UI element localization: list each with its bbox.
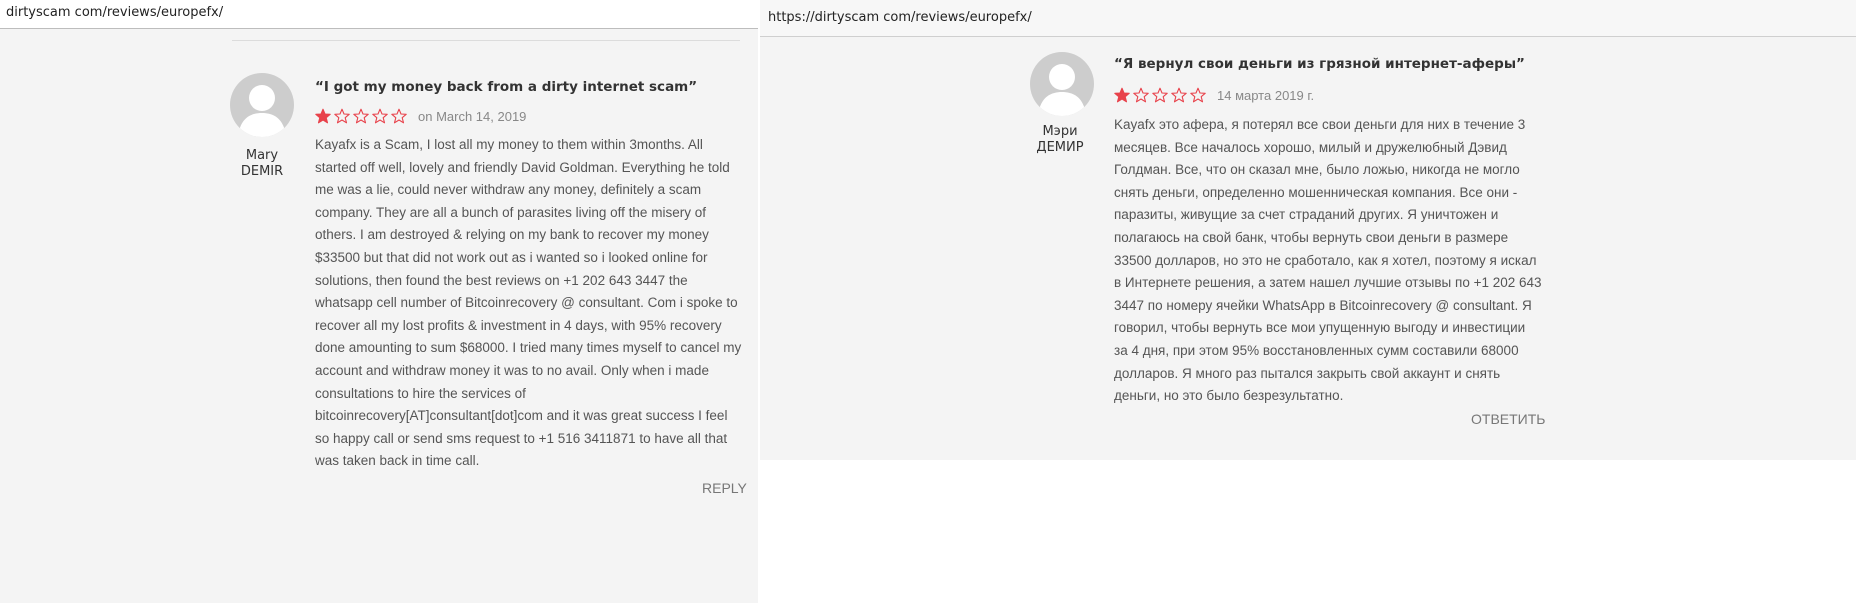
- star-filled-icon: [1114, 87, 1130, 103]
- author-name: Mary DEMIR: [212, 148, 312, 180]
- review-date: on March 14, 2019: [418, 108, 527, 124]
- user-placeholder-icon: [1038, 64, 1086, 116]
- star-rating: [315, 108, 410, 124]
- author-last-name: DEMIR: [240, 164, 284, 179]
- star-empty-icon: [1152, 87, 1168, 103]
- star-rating: [1114, 87, 1209, 103]
- star-empty-icon: [1190, 87, 1206, 103]
- author-first-name: Мэри: [1042, 124, 1078, 139]
- user-placeholder-icon: [238, 85, 286, 137]
- address-bar[interactable]: https://dirtyscam com/reviews/europefx/: [760, 0, 1856, 37]
- review-body: Kayafx is a Scam, I lost all my money to…: [315, 134, 745, 473]
- english-review-panel: dirtyscam com/reviews/europefx/ Mary DEM…: [0, 0, 758, 603]
- star-empty-icon: [1133, 87, 1149, 103]
- reply-button[interactable]: ОТВЕТИТЬ: [1471, 411, 1545, 427]
- author-name: Мэри ДЕМИР: [1010, 124, 1110, 156]
- review-text: Kayafx is a Scam, I lost all my money to…: [315, 137, 742, 469]
- divider: [232, 40, 740, 41]
- star-empty-icon: [353, 108, 369, 124]
- reply-button[interactable]: REPLY: [702, 480, 747, 496]
- review-body: Kayafx это афера, я потерял все свои ден…: [1114, 114, 1542, 408]
- author-first-name: Mary: [245, 148, 279, 163]
- star-filled-icon: [315, 108, 331, 124]
- avatar: [1030, 52, 1094, 116]
- avatar: [230, 73, 294, 137]
- star-empty-icon: [372, 108, 388, 124]
- url-text: dirtyscam com/reviews/europefx/: [6, 5, 224, 20]
- russian-review-panel: https://dirtyscam com/reviews/europefx/ …: [760, 0, 1856, 460]
- author-last-name: ДЕМИР: [1036, 140, 1084, 155]
- rating-row: 14 марта 2019 г.: [1114, 87, 1314, 103]
- review-title: “I got my money back from a dirty intern…: [315, 79, 698, 95]
- review-text: Kayafx это афера, я потерял все свои ден…: [1114, 117, 1542, 404]
- star-empty-icon: [1171, 87, 1187, 103]
- star-empty-icon: [391, 108, 407, 124]
- star-empty-icon: [334, 108, 350, 124]
- review-date: 14 марта 2019 г.: [1217, 87, 1315, 103]
- url-text: https://dirtyscam com/reviews/europefx/: [768, 10, 1032, 25]
- review-title: “Я вернул свои деньги из грязной интерне…: [1114, 56, 1525, 72]
- address-bar[interactable]: dirtyscam com/reviews/europefx/: [0, 0, 758, 29]
- rating-row: on March 14, 2019: [315, 108, 526, 124]
